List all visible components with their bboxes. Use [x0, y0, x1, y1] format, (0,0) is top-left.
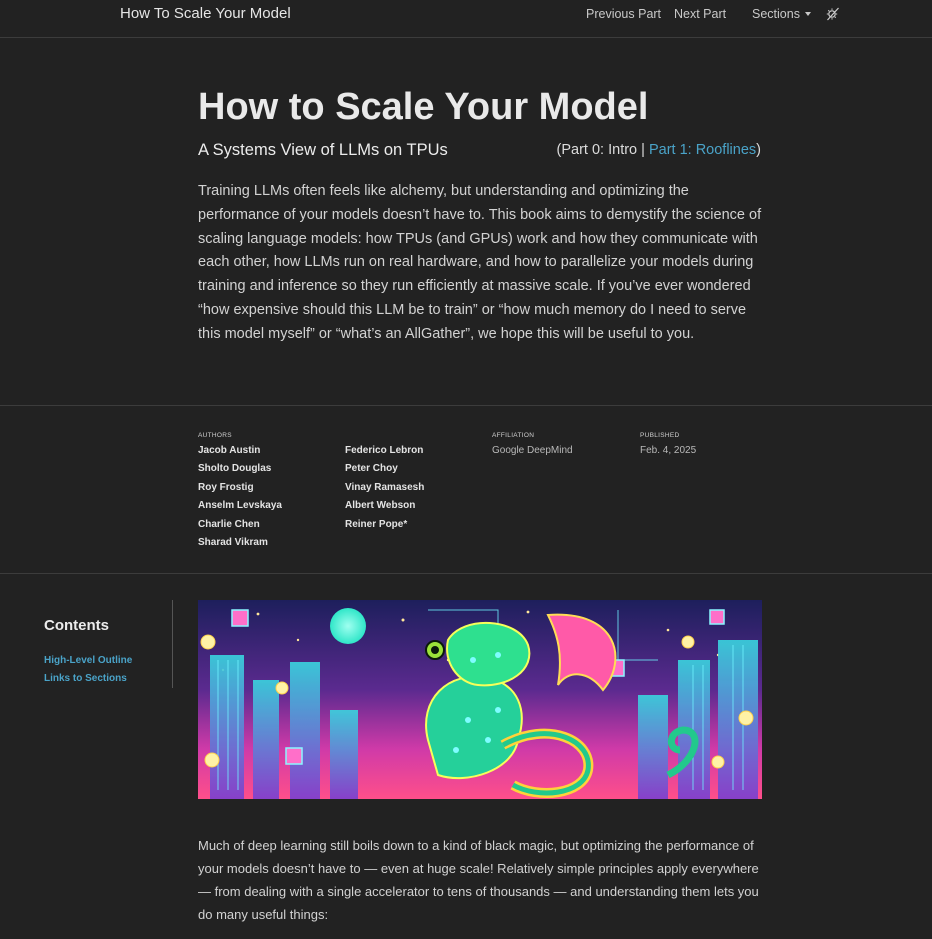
sections-label: Sections	[752, 7, 800, 21]
author-name: Jacob Austin	[198, 445, 261, 456]
part-1-rooflines-link[interactable]: Part 1: Rooflines	[649, 142, 756, 158]
next-part-link[interactable]: Next Part	[674, 7, 726, 21]
author-name: Sholto Douglas	[198, 463, 272, 475]
author-name: Federico Lebron	[345, 445, 424, 456]
sections-dropdown[interactable]: Sections	[752, 7, 811, 21]
part-navigation: (Part 0: Intro | Part 1: Rooflines)	[557, 142, 761, 158]
published-heading: PUBLISHED	[640, 432, 680, 439]
author-name: Roy Frostig	[198, 481, 254, 493]
previous-part-link[interactable]: Previous Part	[586, 7, 661, 21]
divider	[0, 573, 932, 574]
caret-down-icon	[804, 12, 811, 16]
top-navbar: How To Scale Your Model Previous Part Ne…	[0, 0, 932, 38]
page-title: How to Scale Your Model	[198, 86, 649, 128]
page-subtitle: A Systems View of LLMs on TPUs	[198, 141, 448, 159]
affiliation-value: Google DeepMind	[492, 445, 573, 456]
authors-column-1: AUTHORS Jacob Austin Sholto Douglas Roy …	[198, 432, 282, 555]
author-name: Peter Choy	[345, 463, 398, 475]
toc-link-links-to-sections[interactable]: Links to Sections	[44, 673, 127, 684]
intro-paragraph: Much of deep learning still boils down t…	[198, 838, 759, 922]
affiliation-column: AFFILIATION Google DeepMind	[492, 432, 573, 456]
author-name: Reiner Pope*	[345, 518, 408, 530]
part-nav-suffix: )	[756, 142, 761, 158]
toc-title: Contents	[44, 617, 109, 634]
toc-link-high-level-outline[interactable]: High-Level Outline	[44, 655, 132, 666]
author-name: Sharad Vikram	[198, 536, 268, 548]
affiliation-heading: AFFILIATION	[492, 432, 535, 439]
divider	[0, 405, 932, 406]
table-of-contents: Contents High-Level Outline Links to Sec…	[44, 600, 173, 688]
site-brand-link[interactable]: How To Scale Your Model	[120, 5, 291, 22]
published-date: Feb. 4, 2025	[640, 445, 697, 456]
abstract-paragraph: Training LLMs often feels like alchemy, …	[198, 183, 762, 342]
author-name: Vinay Ramasesh	[345, 481, 425, 493]
author-name: Charlie Chen	[198, 518, 260, 530]
author-name: Anselm Levskaya	[198, 500, 282, 512]
hero-dragon-illustration	[198, 600, 762, 799]
author-name: Albert Webson	[345, 500, 416, 512]
theme-toggle-icon[interactable]	[826, 7, 840, 21]
published-column: PUBLISHED Feb. 4, 2025	[640, 432, 696, 456]
authors-column-2: Federico Lebron Peter Choy Vinay Ramases…	[345, 432, 424, 537]
part-nav-prefix: (Part 0: Intro |	[556, 142, 649, 158]
authors-heading: AUTHORS	[198, 432, 232, 439]
